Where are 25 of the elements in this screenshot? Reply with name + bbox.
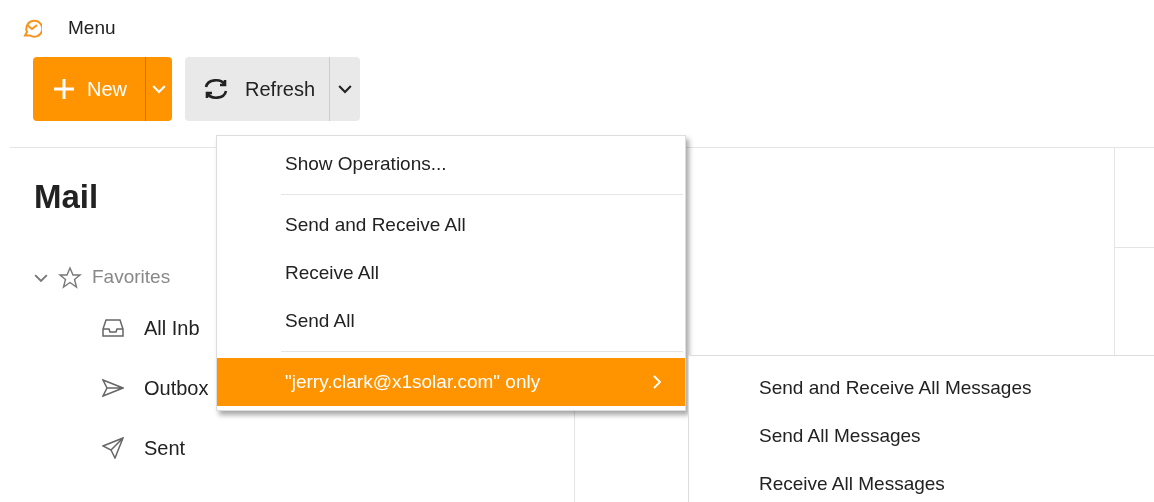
menu-label[interactable]: Menu bbox=[68, 13, 116, 43]
folder-label[interactable]: Sent bbox=[144, 432, 186, 463]
menu-item[interactable]: Send All bbox=[217, 297, 685, 345]
chevron-right-icon bbox=[653, 375, 661, 389]
menu-item[interactable]: Show Operations... bbox=[217, 140, 685, 188]
folder-label[interactable]: Outbox bbox=[144, 372, 209, 403]
new-label: New bbox=[87, 77, 127, 102]
menu-item[interactable]: Receive All bbox=[217, 249, 685, 297]
caret-icon bbox=[152, 84, 166, 94]
submenu-item[interactable]: Send and Receive All Messages bbox=[689, 364, 1154, 412]
chevron-icon[interactable] bbox=[34, 272, 48, 283]
caret-icon bbox=[338, 84, 353, 94]
paper-plane-icon bbox=[102, 436, 124, 459]
send-icon bbox=[102, 377, 124, 398]
favorites-label[interactable]: Favorites bbox=[92, 263, 171, 292]
tray-icon bbox=[102, 317, 124, 338]
folder-label[interactable]: All Inb bbox=[144, 312, 200, 343]
refresh-label: Refresh bbox=[245, 77, 316, 102]
menu-item[interactable]: Send and Receive All bbox=[217, 201, 685, 249]
refresh-button[interactable]: Refresh bbox=[185, 57, 361, 121]
star-icon bbox=[58, 265, 82, 290]
plus-icon bbox=[53, 78, 75, 100]
mail-heading: Mail bbox=[34, 177, 100, 217]
submenu-item[interactable]: Receive All Messages bbox=[689, 460, 1154, 502]
submenu-item[interactable]: Send All Messages bbox=[689, 412, 1154, 460]
